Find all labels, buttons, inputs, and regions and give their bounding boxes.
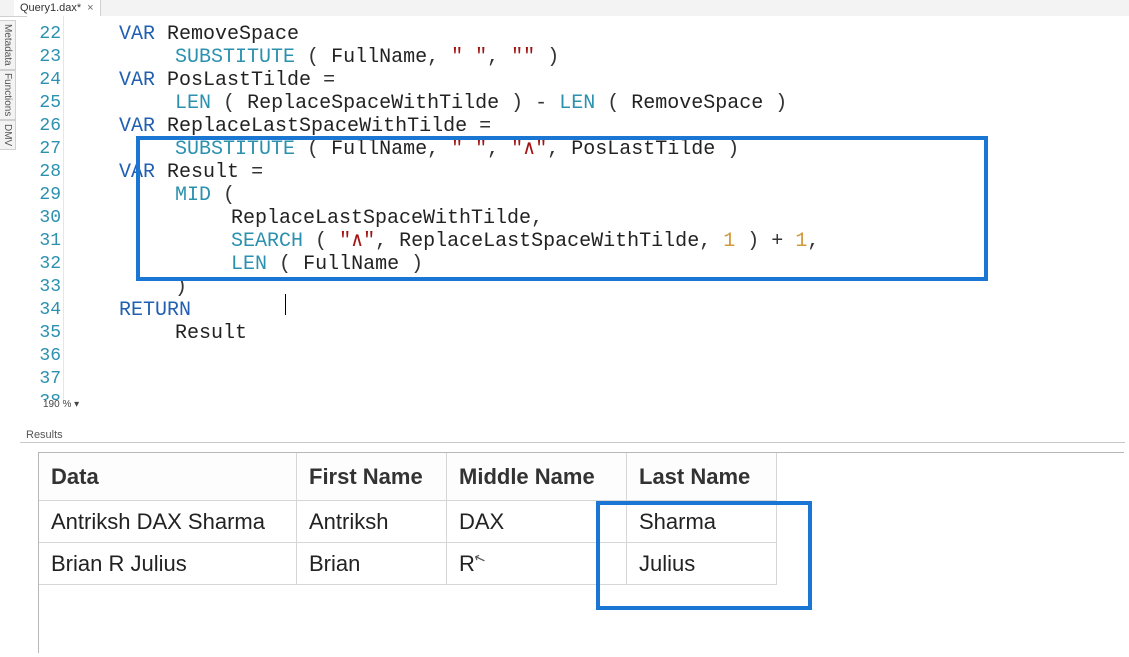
code-line[interactable]: LEN ( ReplaceSpaceWithTilde ) - LEN ( Re… [175, 92, 787, 115]
side-tab-metadata[interactable]: Metadata [0, 20, 16, 70]
code-line[interactable]: RETURN [119, 299, 191, 322]
results-divider [20, 442, 1125, 443]
code-line[interactable]: ) [175, 276, 187, 299]
table-cell[interactable]: Sharma [627, 501, 777, 543]
file-tab-query1[interactable]: Query1.dax* × [14, 0, 101, 16]
code-line[interactable]: VAR ReplaceLastSpaceWithTilde = [119, 115, 491, 138]
column-header-last-name[interactable]: Last Name [627, 453, 777, 501]
code-line[interactable]: SUBSTITUTE ( FullName, " ", "∧", PosLast… [175, 138, 739, 161]
column-header-middle-name[interactable]: Middle Name [447, 453, 627, 501]
close-icon[interactable]: × [87, 2, 93, 14]
table-cell[interactable]: Antriksh [297, 501, 447, 543]
line-number: 25 [27, 92, 61, 115]
results-panel-title: Results [26, 429, 63, 441]
line-number-gutter: 2223242526272829303132333435363738 [27, 16, 64, 400]
line-number: 23 [27, 46, 61, 69]
tab-bar: Query1.dax* × [0, 0, 1129, 17]
line-number: 30 [27, 207, 61, 230]
table-cell[interactable]: Antriksh DAX Sharma [39, 501, 297, 543]
line-number: 36 [27, 345, 61, 368]
side-tab-functions-label: Functions [2, 73, 13, 116]
text-caret [285, 294, 286, 315]
side-tab-functions[interactable]: Functions [0, 70, 16, 120]
code-line[interactable]: LEN ( FullName ) [231, 253, 423, 276]
line-number: 33 [27, 276, 61, 299]
code-line[interactable]: ReplaceLastSpaceWithTilde, [231, 207, 543, 230]
code-line[interactable]: MID ( [175, 184, 235, 207]
table-cell[interactable]: R [447, 543, 627, 585]
tab-title: Query1.dax* [20, 2, 81, 14]
side-tab-dmv[interactable]: DMV [0, 120, 16, 150]
line-number: 37 [27, 368, 61, 391]
line-number: 24 [27, 69, 61, 92]
code-editor[interactable]: 2223242526272829303132333435363738 VAR R… [27, 16, 1129, 400]
code-line[interactable]: SEARCH ( "∧", ReplaceLastSpaceWithTilde,… [231, 230, 819, 253]
zoom-level[interactable]: 190 % ▾ [43, 399, 79, 410]
table-cell[interactable]: Julius [627, 543, 777, 585]
table-cell[interactable]: DAX [447, 501, 627, 543]
code-area[interactable]: VAR RemoveSpaceSUBSTITUTE ( FullName, " … [63, 16, 1129, 400]
code-line[interactable]: Result [175, 322, 247, 345]
code-line[interactable]: VAR PosLastTilde = [119, 69, 335, 92]
line-number: 27 [27, 138, 61, 161]
side-tab-strip: Metadata Functions DMV [0, 16, 16, 400]
code-line[interactable]: VAR Result = [119, 161, 263, 184]
line-number: 32 [27, 253, 61, 276]
code-line[interactable]: SUBSTITUTE ( FullName, " ", "" ) [175, 46, 559, 69]
line-number: 34 [27, 299, 61, 322]
column-header-first-name[interactable]: First Name [297, 453, 447, 501]
line-number: 28 [27, 161, 61, 184]
editor-status-bar: 190 % ▾ [27, 400, 1129, 414]
line-number: 35 [27, 322, 61, 345]
line-number: 29 [27, 184, 61, 207]
table-cell[interactable]: Brian [297, 543, 447, 585]
results-grid[interactable]: Data First Name Middle Name Last Name An… [38, 452, 1124, 653]
line-number: 22 [27, 23, 61, 46]
side-tab-dmv-label: DMV [2, 124, 13, 146]
column-header-data[interactable]: Data [39, 453, 297, 501]
line-number: 26 [27, 115, 61, 138]
table-cell[interactable]: Brian R Julius [39, 543, 297, 585]
side-tab-metadata-label: Metadata [2, 24, 13, 66]
code-line[interactable]: VAR RemoveSpace [119, 23, 299, 46]
line-number: 31 [27, 230, 61, 253]
